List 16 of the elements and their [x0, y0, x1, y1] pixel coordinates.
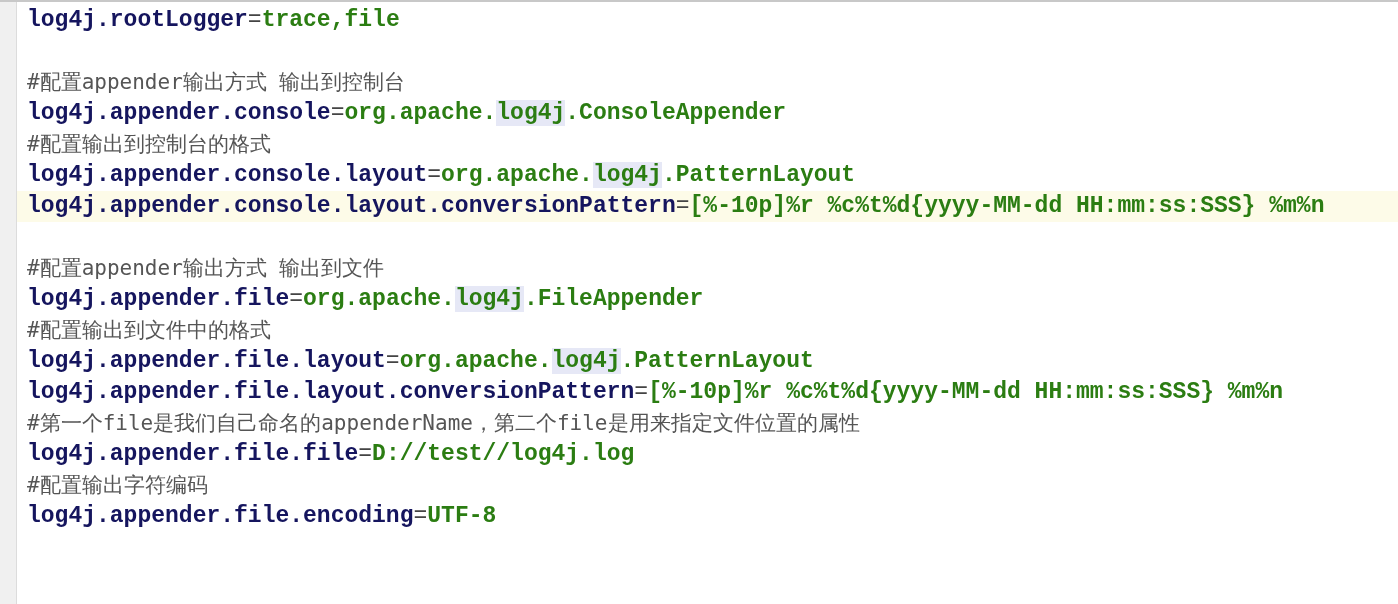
- code-line: log4j.rootLogger=trace,file: [27, 6, 400, 35]
- comment-line: #配置输出到控制台的格式: [27, 131, 271, 158]
- comment-line: #配置输出字符编码: [27, 472, 208, 499]
- comment-line: #第一个file是我们自己命名的appenderName，第二个file是用来指定文件位置的属性: [27, 410, 860, 437]
- code-line: log4j.appender.file.layout.conversionPattern=[%-10p]%r %c%t%d{yyyy-MM-dd HH:mm:ss:SSS} %m%n: [27, 378, 1284, 407]
- comment-line: #配置appender输出方式 输出到控制台: [27, 69, 406, 96]
- code-line: log4j.appender.console=org.apache.log4j.ConsoleAppender: [27, 99, 787, 128]
- code-line: log4j.appender.console.layout.conversionPattern=[%-10p]%r %c%t%d{yyyy-MM-dd HH:mm:ss:SSS} %m%n: [27, 192, 1325, 221]
- code-line: log4j.appender.file.layout=org.apache.log4j.PatternLayout: [27, 347, 814, 376]
- code-line: log4j.appender.file.encoding=UTF-8: [27, 502, 497, 531]
- code-line: log4j.appender.console.layout=org.apache.log4j.PatternLayout: [27, 161, 856, 190]
- code-line: log4j.appender.file.file=D://test//log4j.log: [27, 440, 635, 469]
- code-editor[interactable]: [0, 0, 1398, 604]
- code-line: log4j.appender.file=org.apache.log4j.FileAppender: [27, 285, 704, 314]
- comment-line: #配置appender输出方式 输出到文件: [27, 255, 385, 282]
- comment-line: #配置输出到文件中的格式: [27, 317, 271, 344]
